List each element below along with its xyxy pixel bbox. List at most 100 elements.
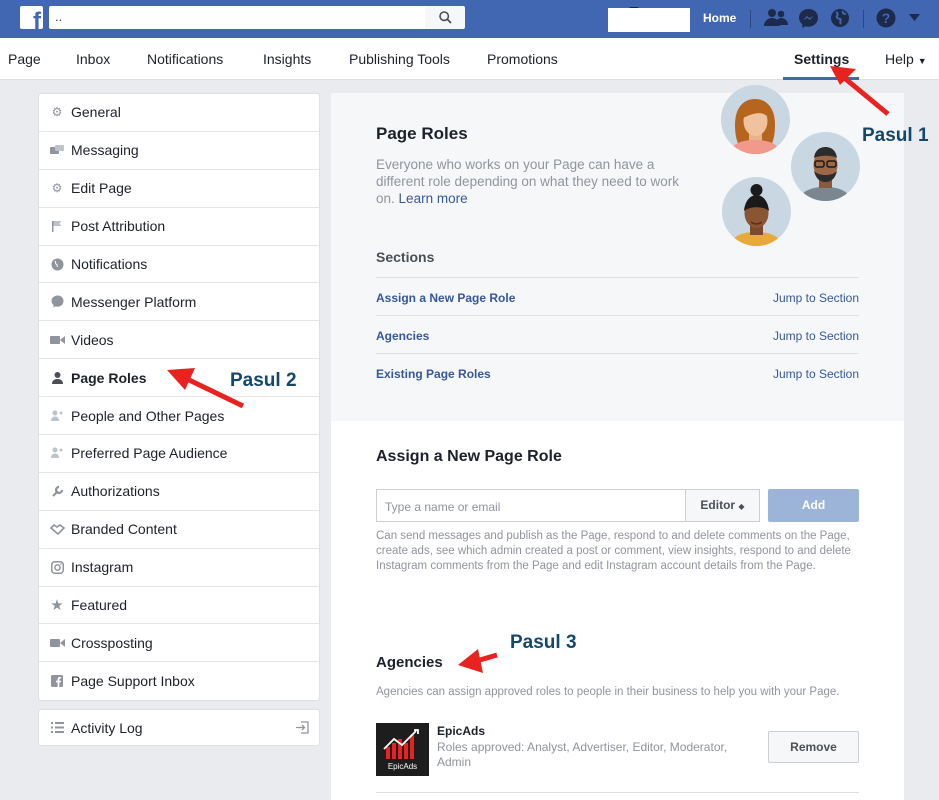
caret-down-icon[interactable]	[909, 14, 920, 22]
wrench-icon	[49, 484, 65, 498]
annotation-arrow-1	[830, 66, 890, 116]
avatar-illustration-woman-2	[722, 177, 791, 246]
annotation-step-2: Pasul 2	[230, 370, 297, 391]
sidebar-item-label: Branded Content	[71, 521, 177, 538]
nav-promotions[interactable]: Promotions	[487, 51, 558, 67]
role-select-label: Editor	[700, 498, 736, 512]
nav-publishing-tools[interactable]: Publishing Tools	[349, 51, 450, 67]
flag-icon	[49, 219, 65, 233]
svg-text:?: ?	[882, 10, 891, 26]
people-icon	[49, 409, 65, 423]
section-row-agencies: Agencies Jump to Section	[376, 315, 859, 353]
agency-name[interactable]: EpicAds	[437, 724, 485, 738]
facebook-logo-icon[interactable]: f	[20, 6, 43, 29]
sidebar-item-page-support-inbox[interactable]: Page Support Inbox	[39, 662, 319, 700]
updown-caret-icon: ◆	[738, 502, 745, 511]
sidebar-item-label: Messenger Platform	[71, 293, 197, 310]
sections-title: Sections	[376, 249, 435, 265]
instagram-icon	[49, 560, 65, 574]
sidebar-item-messenger-platform[interactable]: Messenger Platform	[39, 283, 319, 322]
chat-icon	[49, 143, 65, 157]
video-icon	[49, 636, 65, 650]
sidebar-item-label: Instagram	[71, 559, 134, 576]
annotation-arrow-3	[458, 649, 498, 673]
friends-icon[interactable]	[764, 8, 788, 28]
sidebar-item-label: Page Roles	[71, 369, 147, 386]
nav-insights[interactable]: Insights	[263, 51, 311, 67]
globe-icon[interactable]	[830, 8, 850, 28]
sidebar-item-label: Edit Page	[71, 180, 132, 197]
section-row-existing: Existing Page Roles Jump to Section	[376, 353, 859, 391]
activity-log-label: Activity Log	[71, 719, 143, 736]
jump-to-section-link[interactable]: Jump to Section	[773, 329, 859, 343]
top-bar: f .. Home ?	[0, 0, 939, 38]
sidebar-item-instagram[interactable]: Instagram	[39, 549, 319, 587]
home-link[interactable]: Home	[703, 11, 736, 25]
person-icon	[49, 371, 65, 385]
globe-icon	[49, 257, 65, 271]
nav-page[interactable]: Page	[8, 51, 41, 67]
nav-notifications[interactable]: Notifications	[147, 51, 223, 67]
help-icon[interactable]: ?	[876, 8, 896, 28]
add-button[interactable]: Add	[768, 489, 859, 522]
learn-more-link[interactable]: Learn more	[399, 191, 468, 206]
sidebar-item-messaging[interactable]: Messaging	[39, 132, 319, 170]
epicads-logo-text: EpicAds	[388, 762, 417, 771]
gear-icon: ⚙	[51, 105, 63, 120]
sidebar-item-label: Notifications	[71, 256, 148, 272]
agency-roles-approved: Roles approved: Analyst, Advertiser, Edi…	[437, 740, 728, 769]
sidebar-item-label: Preferred Page Audience	[71, 445, 228, 462]
search-button[interactable]	[425, 6, 465, 29]
sidebar-item-branded-content[interactable]: Branded Content	[39, 511, 319, 549]
sidebar-item-label: Featured	[71, 597, 128, 614]
sidebar-item-preferred-page-audience[interactable]: Preferred Page Audience	[39, 435, 319, 473]
search-input[interactable]: ..	[49, 6, 425, 29]
section-link-assign[interactable]: Assign a New Page Role	[376, 291, 515, 305]
section-row-assign: Assign a New Page Role Jump to Section	[376, 277, 859, 315]
sidebar-item-post-attribution[interactable]: Post Attribution	[39, 208, 319, 246]
agencies-title: Agencies	[376, 654, 443, 671]
assign-role-title: Assign a New Page Role	[376, 448, 562, 465]
avatar-illustration-man	[791, 132, 860, 201]
sidebar-item-label: Page Support Inbox	[71, 673, 195, 690]
jump-to-section-link[interactable]: Jump to Section	[773, 291, 859, 305]
facebook-logo-letter: f	[33, 8, 41, 30]
divider	[376, 792, 859, 793]
jump-to-section-link[interactable]: Jump to Section	[773, 367, 859, 381]
search-icon	[439, 11, 452, 24]
messenger-icon	[49, 295, 65, 309]
topbar-divider-2	[863, 10, 864, 28]
nav-inbox[interactable]: Inbox	[76, 51, 110, 67]
handshake-icon	[49, 522, 65, 536]
role-select[interactable]: Editor ◆	[685, 489, 760, 522]
sidebar-item-label: Crossposting	[71, 634, 153, 651]
sidebar-item-authorizations[interactable]: Authorizations	[39, 473, 319, 511]
avatar-illustration-woman	[721, 85, 790, 154]
list-icon	[49, 721, 65, 735]
sidebar-item-featured[interactable]: ★ Featured	[39, 587, 319, 625]
open-external-icon[interactable]	[296, 721, 309, 737]
sidebar-item-label: Messaging	[71, 142, 139, 159]
sidebar-item-general[interactable]: ⚙ General	[39, 94, 319, 132]
profile-name-redacted[interactable]	[608, 8, 690, 32]
sidebar-item-edit-page[interactable]: ⚙ Edit Page	[39, 170, 319, 208]
sidebar-item-videos[interactable]: Videos	[39, 321, 319, 360]
sidebar-item-notifications[interactable]: Notifications	[39, 246, 319, 284]
sidebar-item-crossposting[interactable]: Crossposting	[39, 624, 319, 663]
sidebar-item-label: General	[71, 104, 121, 121]
remove-agency-button[interactable]: Remove	[768, 731, 859, 763]
people-icon	[49, 446, 65, 460]
role-permissions-text: Can send messages and publish as the Pag…	[376, 530, 851, 572]
name-or-email-input[interactable]: Type a name or email	[376, 489, 686, 522]
sidebar-item-label: Post Attribution	[71, 218, 166, 235]
section-link-agencies[interactable]: Agencies	[376, 329, 429, 343]
page-roles-description: Everyone who works on your Page can have…	[376, 156, 701, 207]
facebook-icon	[49, 674, 65, 688]
sidebar-item-label: Authorizations	[71, 483, 160, 500]
agencies-description: Agencies can assign approved roles to pe…	[376, 686, 840, 698]
messenger-icon[interactable]	[798, 8, 819, 29]
sidebar-item-label: Videos	[71, 331, 114, 348]
section-link-existing[interactable]: Existing Page Roles	[376, 367, 491, 381]
activity-log-link[interactable]: Activity Log	[38, 709, 320, 746]
star-icon: ★	[50, 597, 64, 615]
